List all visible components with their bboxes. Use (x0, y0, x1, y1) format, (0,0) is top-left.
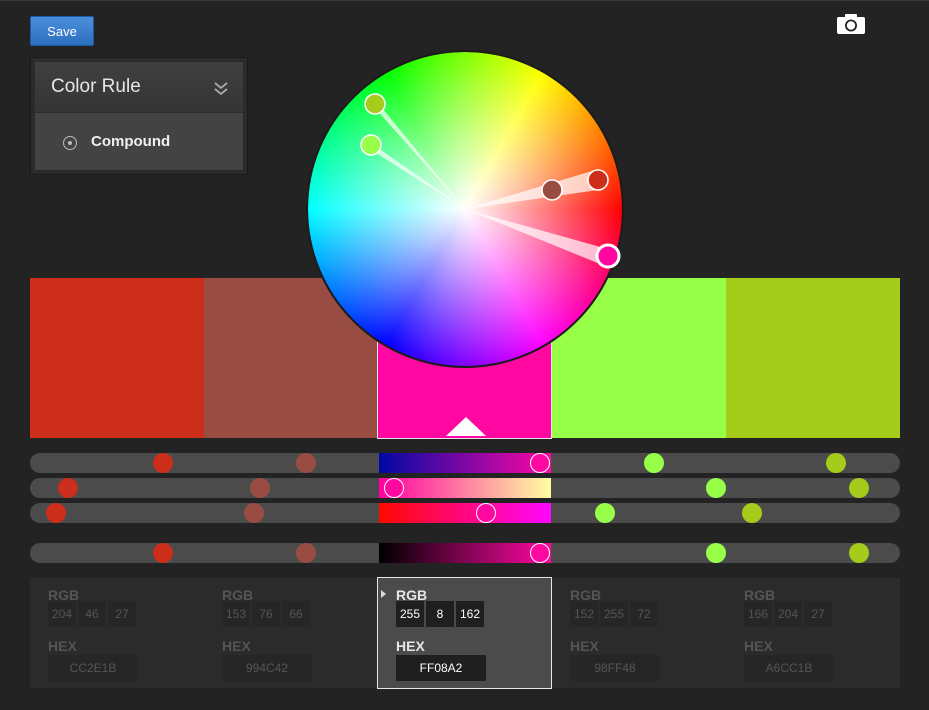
slider-handle[interactable] (153, 453, 173, 473)
slider-handle-active[interactable] (476, 503, 496, 523)
radio-selected-icon (63, 136, 77, 150)
wheel-handle-5 (364, 93, 386, 115)
slider-handle[interactable] (296, 543, 316, 563)
slider-handle[interactable] (742, 503, 762, 523)
hex-label: HEX (396, 638, 425, 654)
slider-handle[interactable] (296, 453, 316, 473)
color-rule-option[interactable]: Compound (35, 113, 243, 170)
rgb-r-field[interactable]: 166 (744, 601, 772, 627)
color-values-3-active: RGB 255 8 162 HEX FF08A2 (377, 577, 552, 689)
rgb-r-field[interactable]: 152 (570, 601, 598, 627)
hex-label: HEX (48, 638, 77, 654)
color-values-5: RGB 166 204 27 HEX A6CC1B (726, 578, 900, 688)
blue-channel-slider[interactable] (379, 503, 551, 523)
slider-handle[interactable] (849, 543, 869, 563)
rgb-g-field[interactable]: 255 (600, 601, 628, 627)
wheel-handle-4 (360, 134, 382, 156)
slider-handle-active[interactable] (530, 543, 550, 563)
slider-handle[interactable] (153, 543, 173, 563)
green-channel-slider[interactable] (379, 478, 551, 498)
slider-handle[interactable] (250, 478, 270, 498)
color-values-panel: RGB 204 46 27 HEX CC2E1B RGB 153 76 66 H… (30, 577, 900, 689)
hex-label: HEX (222, 638, 251, 654)
brightness-slider[interactable] (379, 543, 551, 563)
slider-handle[interactable] (826, 453, 846, 473)
color-values-4: RGB 152 255 72 HEX 98FF48 (552, 578, 726, 688)
rgb-b-field[interactable]: 72 (630, 601, 658, 627)
slider-handle[interactable] (595, 503, 615, 523)
slider-handle-active[interactable] (530, 453, 550, 473)
rgb-b-field[interactable]: 162 (456, 601, 484, 627)
hex-field[interactable]: 994C42 (222, 655, 312, 681)
hex-label: HEX (570, 638, 599, 654)
swatch-1[interactable] (30, 278, 204, 438)
slider-handle[interactable] (46, 503, 66, 523)
save-button[interactable]: Save (30, 16, 94, 46)
slider-handle[interactable] (58, 478, 78, 498)
chevron-double-down-icon[interactable] (213, 80, 229, 96)
color-rule-header[interactable]: Color Rule (35, 62, 243, 112)
slider-handle[interactable] (644, 453, 664, 473)
slider-handle[interactable] (849, 478, 869, 498)
color-rule-title: Color Rule (51, 76, 141, 97)
color-wheel[interactable] (306, 50, 624, 368)
hex-field[interactable]: CC2E1B (48, 655, 138, 681)
slider-handle-active[interactable] (384, 478, 404, 498)
hex-label: HEX (744, 638, 773, 654)
hex-field[interactable]: 98FF48 (570, 655, 660, 681)
rgb-b-field[interactable]: 27 (804, 601, 832, 627)
slider-handle[interactable] (706, 543, 726, 563)
rgb-g-field[interactable]: 204 (774, 601, 802, 627)
rgb-b-field[interactable]: 66 (282, 601, 310, 627)
rgb-r-field[interactable]: 255 (396, 601, 424, 627)
active-arrow-icon (381, 590, 386, 598)
hex-field[interactable]: A6CC1B (744, 655, 834, 681)
rgb-r-field[interactable]: 153 (222, 601, 250, 627)
red-channel-slider[interactable] (379, 453, 551, 473)
rgb-g-field[interactable]: 46 (78, 601, 106, 627)
wheel-handle-2 (541, 179, 563, 201)
color-values-1: RGB 204 46 27 HEX CC2E1B (30, 578, 204, 688)
wheel-handle-1 (587, 169, 609, 191)
slider-handle[interactable] (244, 503, 264, 523)
rgb-r-field[interactable]: 204 (48, 601, 76, 627)
hex-field[interactable]: FF08A2 (396, 655, 486, 681)
wheel-handle-3-active (595, 243, 621, 269)
color-rule-compound[interactable]: Compound (91, 133, 170, 150)
color-rule-panel: Color Rule Compound (30, 57, 248, 175)
camera-icon[interactable] (836, 13, 866, 35)
rgb-b-field[interactable]: 27 (108, 601, 136, 627)
slider-handle[interactable] (706, 478, 726, 498)
active-swatch-indicator (446, 417, 486, 436)
swatch-5[interactable] (726, 278, 900, 438)
top-divider (0, 0, 929, 1)
color-values-2: RGB 153 76 66 HEX 994C42 (204, 578, 378, 688)
rgb-g-field[interactable]: 76 (252, 601, 280, 627)
rgb-g-field[interactable]: 8 (426, 601, 454, 627)
